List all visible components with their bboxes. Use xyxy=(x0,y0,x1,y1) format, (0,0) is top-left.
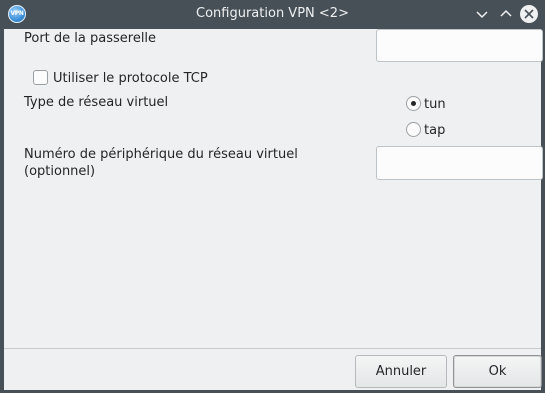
radio-selected-dot xyxy=(411,101,416,106)
title-bar[interactable]: VPN Configuration VPN <2> xyxy=(0,0,545,29)
network-type-label: Type de réseau virtuel xyxy=(24,95,169,110)
gateway-port-input[interactable] xyxy=(376,29,543,62)
radio-tap[interactable] xyxy=(406,122,421,137)
close-icon xyxy=(524,9,534,19)
device-number-label-line2: (optionnel) xyxy=(24,164,96,179)
vpn-config-dialog: VPN Configuration VPN <2> Port de la pas… xyxy=(0,0,545,393)
button-separator xyxy=(4,348,541,349)
chevron-down-icon xyxy=(476,11,488,19)
use-tcp-checkbox[interactable] xyxy=(33,70,48,85)
window-title: Configuration VPN <2> xyxy=(196,6,349,21)
device-number-input[interactable] xyxy=(376,146,543,180)
maximize-button[interactable] xyxy=(497,5,515,23)
radio-tap-label[interactable]: tap xyxy=(424,122,445,139)
radio-tun-label[interactable]: tun xyxy=(424,96,446,113)
chevron-up-icon xyxy=(500,9,512,17)
close-button[interactable] xyxy=(520,5,538,23)
radio-tun[interactable] xyxy=(406,96,421,111)
use-tcp-label[interactable]: Utiliser le protocole TCP xyxy=(53,70,208,87)
dialog-body: Port de la passerelle Utiliser le protoc… xyxy=(4,29,543,390)
cancel-button[interactable]: Annuler xyxy=(355,355,447,388)
minimize-button[interactable] xyxy=(473,5,491,23)
ok-button[interactable]: Ok xyxy=(453,355,542,388)
gateway-port-label: Port de la passerelle xyxy=(24,31,157,46)
device-number-label-line1: Numéro de périphérique du réseau virtuel xyxy=(24,147,298,162)
